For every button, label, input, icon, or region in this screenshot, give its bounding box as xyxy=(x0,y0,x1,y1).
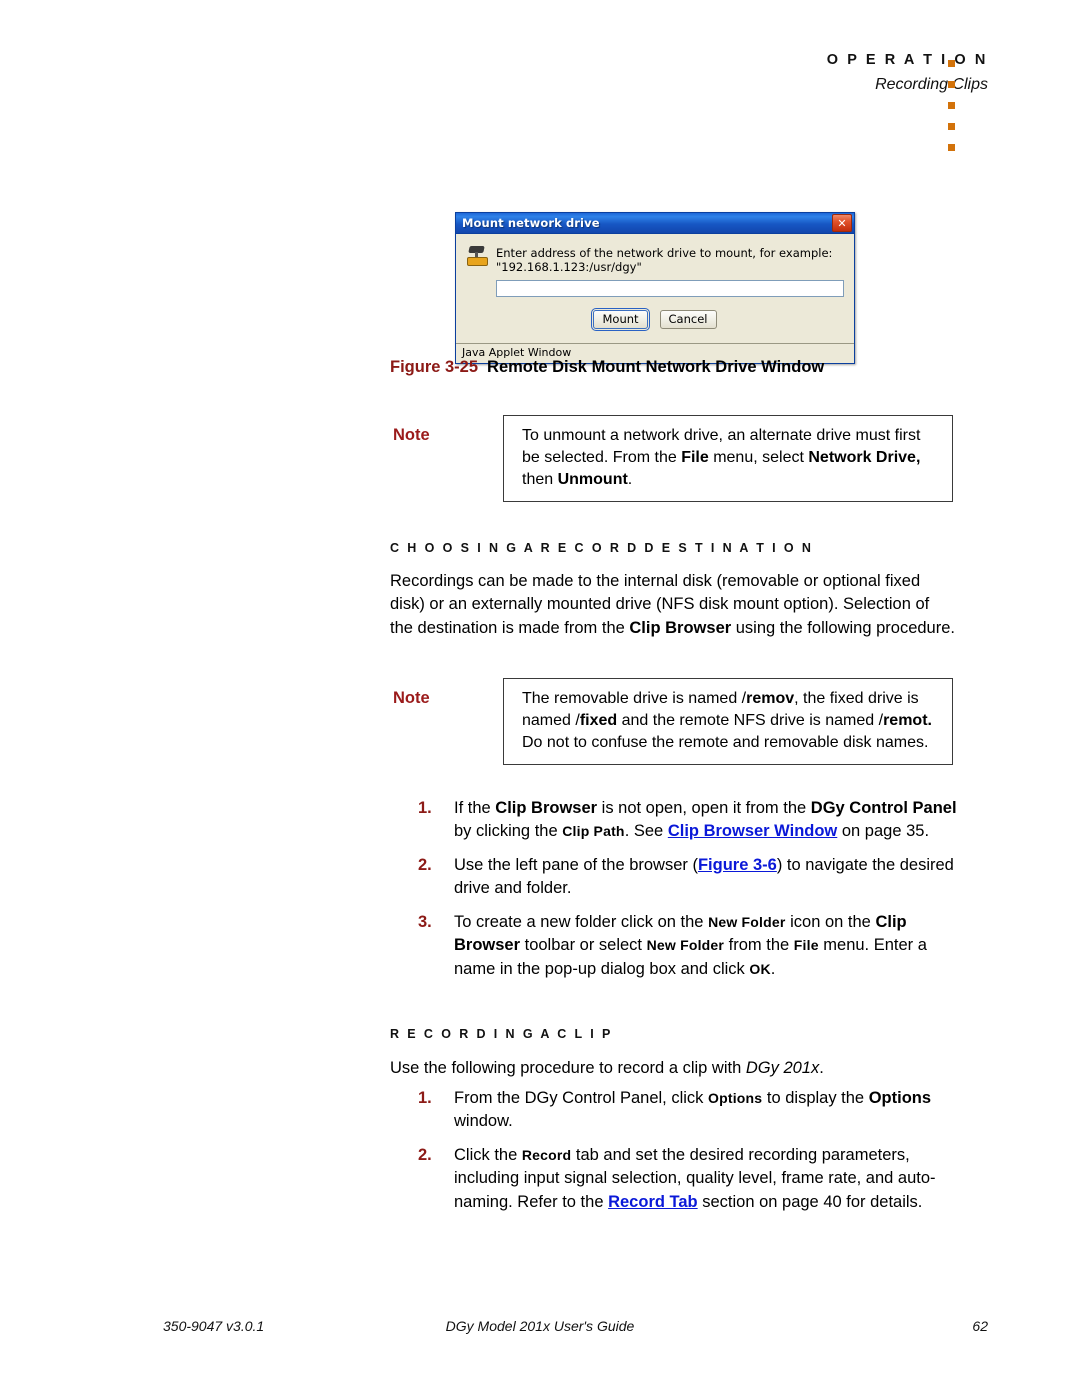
emphasis-ui-term: New Folder xyxy=(708,913,786,930)
header-dot-decoration xyxy=(948,60,955,151)
note-block-unmount: Note To unmount a network drive, an alte… xyxy=(393,415,953,503)
emphasis-ui-term: OK xyxy=(749,960,771,977)
note-text: To unmount a network drive, an alternate… xyxy=(503,415,953,503)
procedure-list-recording-a-clip: 1. From the DGy Control Panel, click Opti… xyxy=(418,1087,963,1224)
close-icon[interactable]: ✕ xyxy=(832,214,852,232)
emphasis-italic: DGy 201x xyxy=(745,1059,820,1077)
paragraph-recording-a-clip: Use the following procedure to record a … xyxy=(390,1059,824,1077)
emphasis-ui-term: Clip Path xyxy=(562,823,625,840)
figure-title: Remote Disk Mount Network Drive Window xyxy=(487,358,825,376)
list-item: 1. From the DGy Control Panel, click Opti… xyxy=(418,1087,963,1134)
list-item: 2. Click the Record tab and set the desir… xyxy=(418,1144,963,1214)
emphasis-bold: remov xyxy=(746,690,795,707)
emphasis-bold: Network Drive, xyxy=(808,448,921,466)
list-item-number: 1. xyxy=(418,1089,432,1107)
emphasis-bold: Clip Browser xyxy=(629,618,732,637)
section-heading-choosing-record-destination: C H O O S I N G A R E C O R D D E S T I … xyxy=(390,541,814,555)
dialog-body: Enter address of the network drive to mo… xyxy=(456,234,854,343)
header-dot xyxy=(948,123,955,130)
network-address-input[interactable] xyxy=(496,279,844,297)
dialog-button-row: Mount Cancel xyxy=(466,307,844,331)
note-block-drive-names: Note The removable drive is named /remov… xyxy=(393,678,953,766)
running-header: O P E R A T I O N Recording Clips xyxy=(827,52,988,95)
list-item-text: To create a new folder click on the New … xyxy=(454,912,927,978)
list-item-number: 1. xyxy=(418,799,432,817)
cross-reference-link[interactable]: Figure 3-6 xyxy=(698,856,777,874)
cross-reference-link[interactable]: Record Tab xyxy=(608,1193,698,1211)
dialog-title: Mount network drive xyxy=(462,216,600,230)
footer-page-number: 62 xyxy=(972,1318,988,1334)
note-text: The removable drive is named /remov, the… xyxy=(503,678,953,766)
list-item-number: 3. xyxy=(418,912,432,931)
header-section-title: O P E R A T I O N xyxy=(826,52,988,68)
network-drive-icon xyxy=(466,245,488,267)
figure-number: Figure 3-25 xyxy=(390,358,479,376)
note-label: Note xyxy=(393,426,430,444)
header-dot xyxy=(948,81,955,88)
emphasis-ui-term: File xyxy=(793,937,819,954)
list-item-text: From the DGy Control Panel, click Option… xyxy=(454,1089,932,1131)
dialog-prompt-label: Enter address of the network drive to mo… xyxy=(496,246,833,275)
list-item-text: If the Clip Browser is not open, open it… xyxy=(454,799,957,841)
header-subsection-title: Recording Clips xyxy=(875,76,988,94)
figure-mount-network-drive: Mount network drive ✕ Enter address of t… xyxy=(455,212,855,364)
dialog-titlebar[interactable]: Mount network drive ✕ xyxy=(456,213,854,234)
figure-caption: Figure 3-25 Remote Disk Mount Network Dri… xyxy=(390,358,824,378)
list-item: 2. Use the left pane of the browser (Figu… xyxy=(418,854,963,901)
list-item-text: Click the Record tab and set the desired… xyxy=(454,1145,936,1211)
emphasis-ui-term: Options xyxy=(708,1090,763,1106)
emphasis-ui-term: Record xyxy=(521,1146,572,1163)
list-item-number: 2. xyxy=(418,1145,432,1164)
emphasis-bold: File xyxy=(681,448,709,466)
mount-network-drive-dialog: Mount network drive ✕ Enter address of t… xyxy=(455,212,855,364)
note-label: Note xyxy=(393,689,430,707)
list-item-text: Use the left pane of the browser (Figure… xyxy=(454,855,954,898)
emphasis-bold: remot. xyxy=(883,711,932,729)
list-item: 3. To create a new folder click on the Ne… xyxy=(418,911,963,981)
paragraph-choosing-record-destination: Recordings can be made to the internal d… xyxy=(390,572,955,637)
header-dot xyxy=(948,60,955,67)
emphasis-ui-term: New Folder xyxy=(646,937,725,954)
header-dot xyxy=(948,102,955,109)
mount-button[interactable]: Mount xyxy=(591,307,650,331)
emphasis-bold: DGy Control Panel xyxy=(810,799,957,817)
cancel-button[interactable]: Cancel xyxy=(659,309,717,329)
footer-doc-title: DGy Model 201x User's Guide xyxy=(445,1318,635,1334)
emphasis-bold: Clip Browser xyxy=(495,799,598,817)
cross-reference-link[interactable]: Clip Browser Window xyxy=(668,822,837,840)
emphasis-bold: Options xyxy=(868,1089,932,1107)
emphasis-bold: fixed xyxy=(579,711,618,729)
section-heading-recording-a-clip: R E C O R D I N G A C L I P xyxy=(390,1027,613,1041)
list-item-number: 2. xyxy=(418,855,432,874)
header-dot xyxy=(948,144,955,151)
emphasis-bold: Unmount xyxy=(557,470,628,488)
list-item: 1. If the Clip Browser is not open, open … xyxy=(418,797,963,844)
procedure-list-choosing-destination: 1. If the Clip Browser is not open, open … xyxy=(418,797,963,991)
